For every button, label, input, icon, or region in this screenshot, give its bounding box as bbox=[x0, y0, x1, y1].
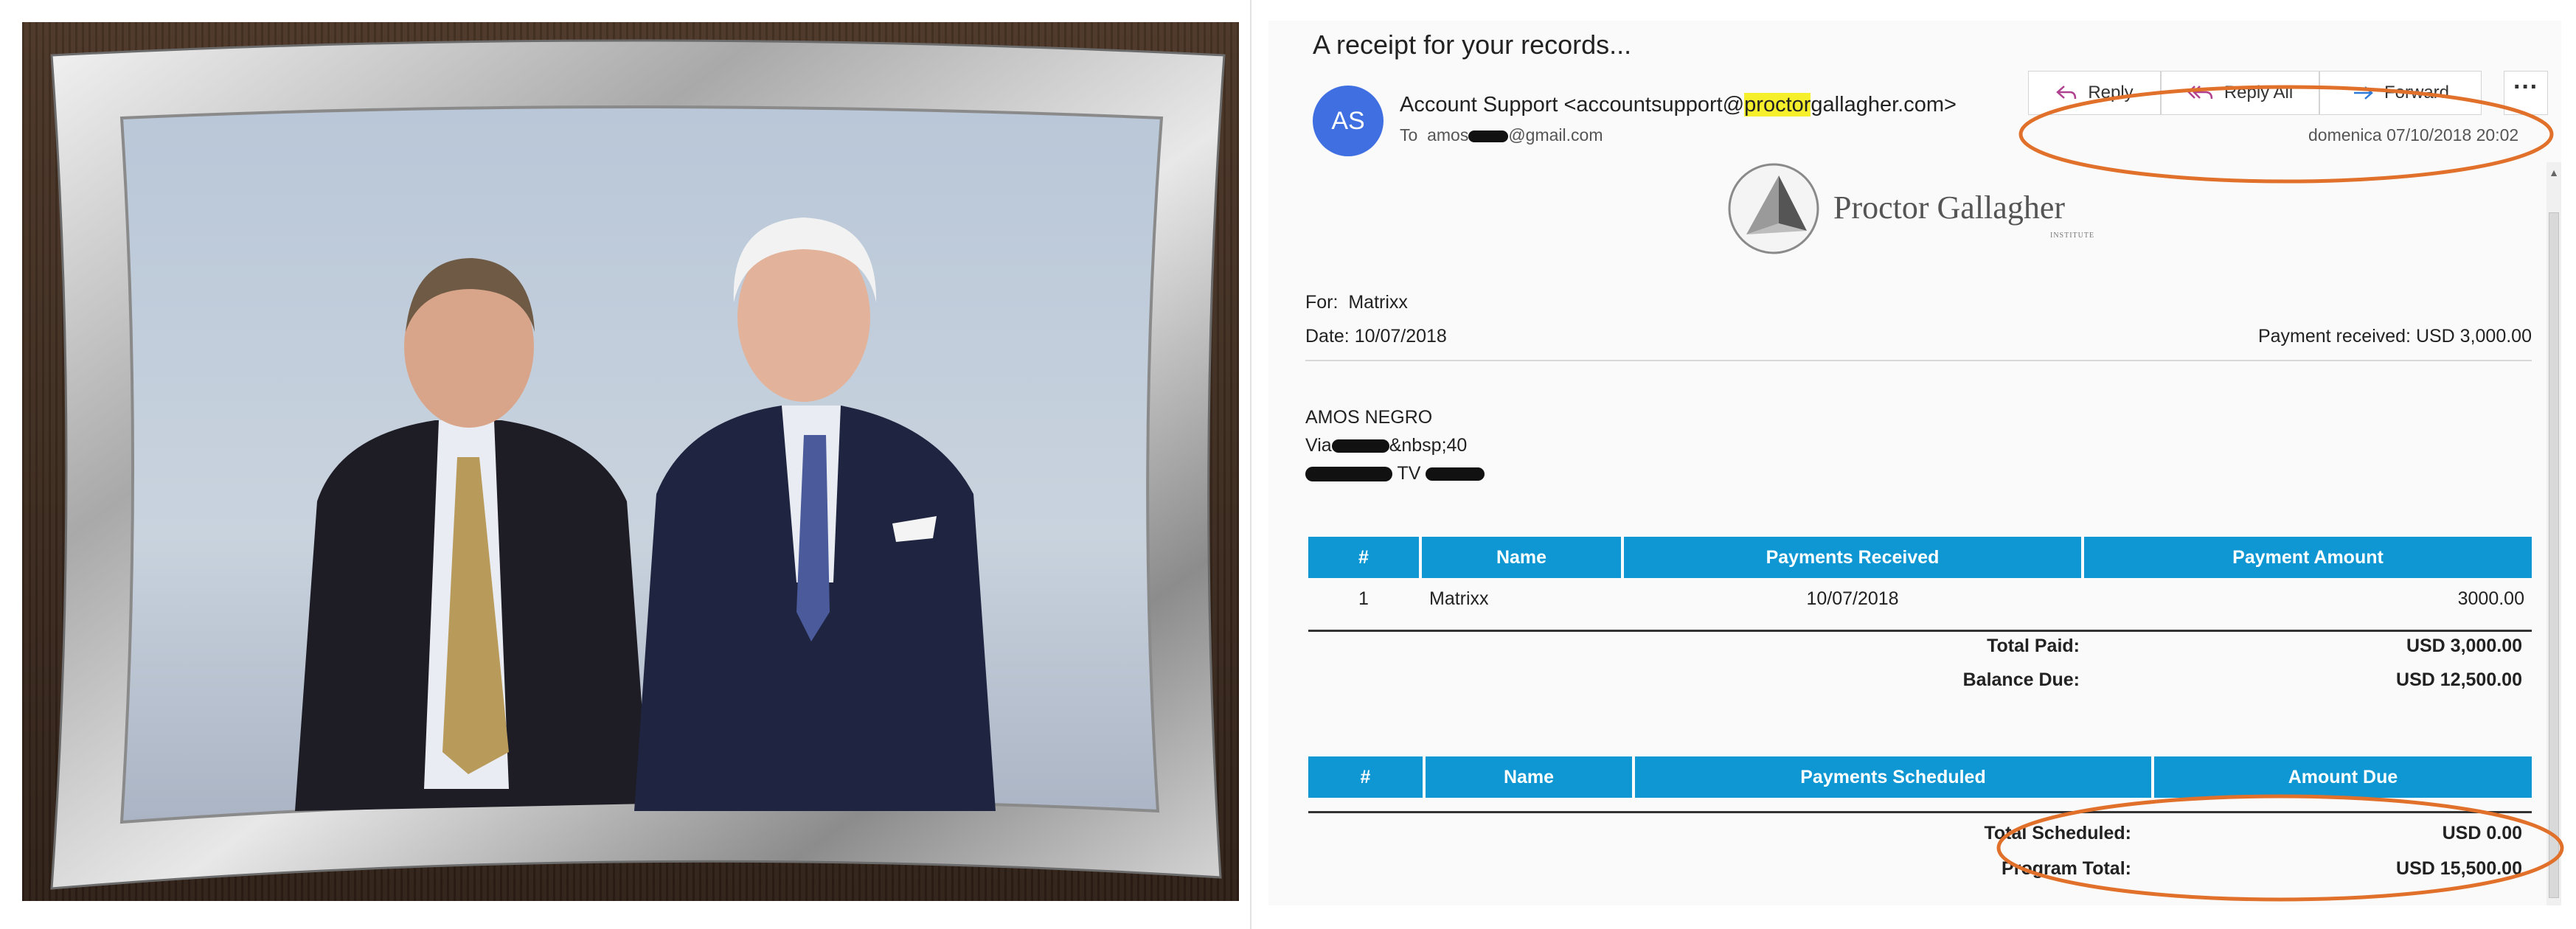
table-cell: 3000.00 bbox=[2457, 588, 2524, 609]
table-rule bbox=[1308, 630, 2532, 632]
column-header: # bbox=[1308, 537, 1419, 578]
email-view: A receipt for your records... AS Account… bbox=[1268, 21, 2561, 905]
reply-all-icon bbox=[2187, 86, 2213, 100]
forward-button[interactable]: Forward bbox=[2319, 71, 2482, 115]
sender-domain: gallagher.com> bbox=[1811, 93, 1957, 116]
balance-due-label: Balance Due: bbox=[1962, 669, 2080, 690]
scheduled-table: # Name Payments Scheduled Amount Due bbox=[1305, 756, 2535, 813]
photo-illustration bbox=[50, 39, 1226, 890]
column-header: Amount Due bbox=[2154, 756, 2532, 798]
more-icon[interactable]: ··· bbox=[2504, 71, 2548, 115]
table-cell: 1 bbox=[1358, 588, 1369, 609]
redaction-mark bbox=[1426, 467, 1485, 481]
column-header: # bbox=[1308, 756, 1423, 798]
email-datetime: domenica 07/10/2018 20:02 bbox=[2308, 125, 2519, 145]
for-label: For: bbox=[1305, 292, 1339, 313]
reply-all-button[interactable]: Reply All bbox=[2161, 71, 2319, 115]
total-paid-value: USD 3,000.00 bbox=[2406, 636, 2522, 656]
sender-line: Account Support <accountsupport@proctorg… bbox=[1400, 93, 1957, 117]
redaction-mark bbox=[1331, 439, 1389, 453]
table-rule bbox=[1308, 811, 2532, 813]
reply-button[interactable]: Reply bbox=[2028, 71, 2161, 115]
divider bbox=[1305, 360, 2532, 361]
column-header: Payments Scheduled bbox=[1635, 756, 2151, 798]
to-prefix: amos bbox=[1427, 125, 1469, 145]
program-total-value: USD 15,500.00 bbox=[2396, 858, 2522, 879]
total-scheduled-label: Total Scheduled: bbox=[1984, 823, 2131, 843]
balance-due-value: USD 12,500.00 bbox=[2396, 669, 2522, 690]
table-cell: 10/07/2018 bbox=[1806, 588, 1899, 609]
sender-avatar: AS bbox=[1313, 86, 1384, 156]
table-header-row: # Name Payments Received Payment Amount bbox=[1308, 537, 2532, 578]
sender-highlight: proctor bbox=[1744, 93, 1811, 116]
address-name: AMOS NEGRO bbox=[1305, 407, 1433, 428]
redaction-mark bbox=[1468, 130, 1509, 142]
company-logo: Proctor Gallagher INSTITUTE bbox=[1726, 161, 2124, 257]
sender-name: Account Support <accountsupport@ bbox=[1400, 93, 1745, 116]
address-street: Via &nbsp;40 bbox=[1305, 435, 1467, 456]
email-subject: A receipt for your records... bbox=[1313, 29, 1632, 60]
column-header: Name bbox=[1426, 756, 1632, 798]
city-middle: TV bbox=[1397, 463, 1421, 484]
recipient-line: To amos @gmail.com bbox=[1400, 125, 1603, 145]
date-line: Date: 10/07/2018 bbox=[1305, 326, 1447, 347]
reply-icon bbox=[2056, 86, 2077, 100]
forward-label: Forward bbox=[2384, 83, 2450, 102]
column-header: Name bbox=[1422, 537, 1621, 578]
to-suffix: @gmail.com bbox=[1508, 125, 1603, 145]
address-city: TV bbox=[1305, 463, 1485, 484]
reply-label: Reply bbox=[2088, 83, 2134, 102]
redaction-mark bbox=[1305, 467, 1392, 482]
scrollbar[interactable]: ▲ bbox=[2547, 162, 2561, 905]
scrollbar-thumb[interactable] bbox=[2549, 212, 2559, 898]
payment-received: Payment received: USD 3,000.00 bbox=[2257, 326, 2532, 347]
framed-photo bbox=[22, 22, 1239, 901]
column-header: Payments Received bbox=[1624, 537, 2081, 578]
for-value: Matrixx bbox=[1348, 292, 1408, 313]
for-line: For: Matrixx bbox=[1305, 292, 1408, 313]
logo-triangle-icon bbox=[1728, 163, 1819, 254]
logo-subtitle: INSTITUTE bbox=[2050, 232, 2095, 240]
date-value: 10/07/2018 bbox=[1354, 326, 1447, 347]
total-paid-label: Total Paid: bbox=[1987, 636, 2080, 656]
logo-name: Proctor Gallagher bbox=[1833, 189, 2065, 226]
table-header-row: # Name Payments Scheduled Amount Due bbox=[1308, 756, 2532, 798]
table-cell: Matrixx bbox=[1429, 588, 1489, 609]
forward-icon bbox=[2353, 86, 2373, 100]
street-suffix: &nbsp;40 bbox=[1389, 435, 1468, 456]
panel-divider bbox=[1250, 0, 1251, 929]
program-total-label: Program Total: bbox=[2002, 858, 2131, 879]
reply-all-label: Reply All bbox=[2223, 83, 2294, 102]
table-row: 1 Matrixx 10/07/2018 3000.00 bbox=[1308, 578, 2532, 619]
column-header: Payment Amount bbox=[2084, 537, 2532, 578]
street-prefix: Via bbox=[1305, 435, 1332, 456]
to-label: To bbox=[1400, 125, 1418, 145]
scroll-up-icon[interactable]: ▲ bbox=[2548, 167, 2560, 178]
payments-table: # Name Payments Received Payment Amount … bbox=[1305, 537, 2535, 632]
date-label: Date: bbox=[1305, 326, 1350, 347]
total-scheduled-value: USD 0.00 bbox=[2442, 823, 2522, 843]
